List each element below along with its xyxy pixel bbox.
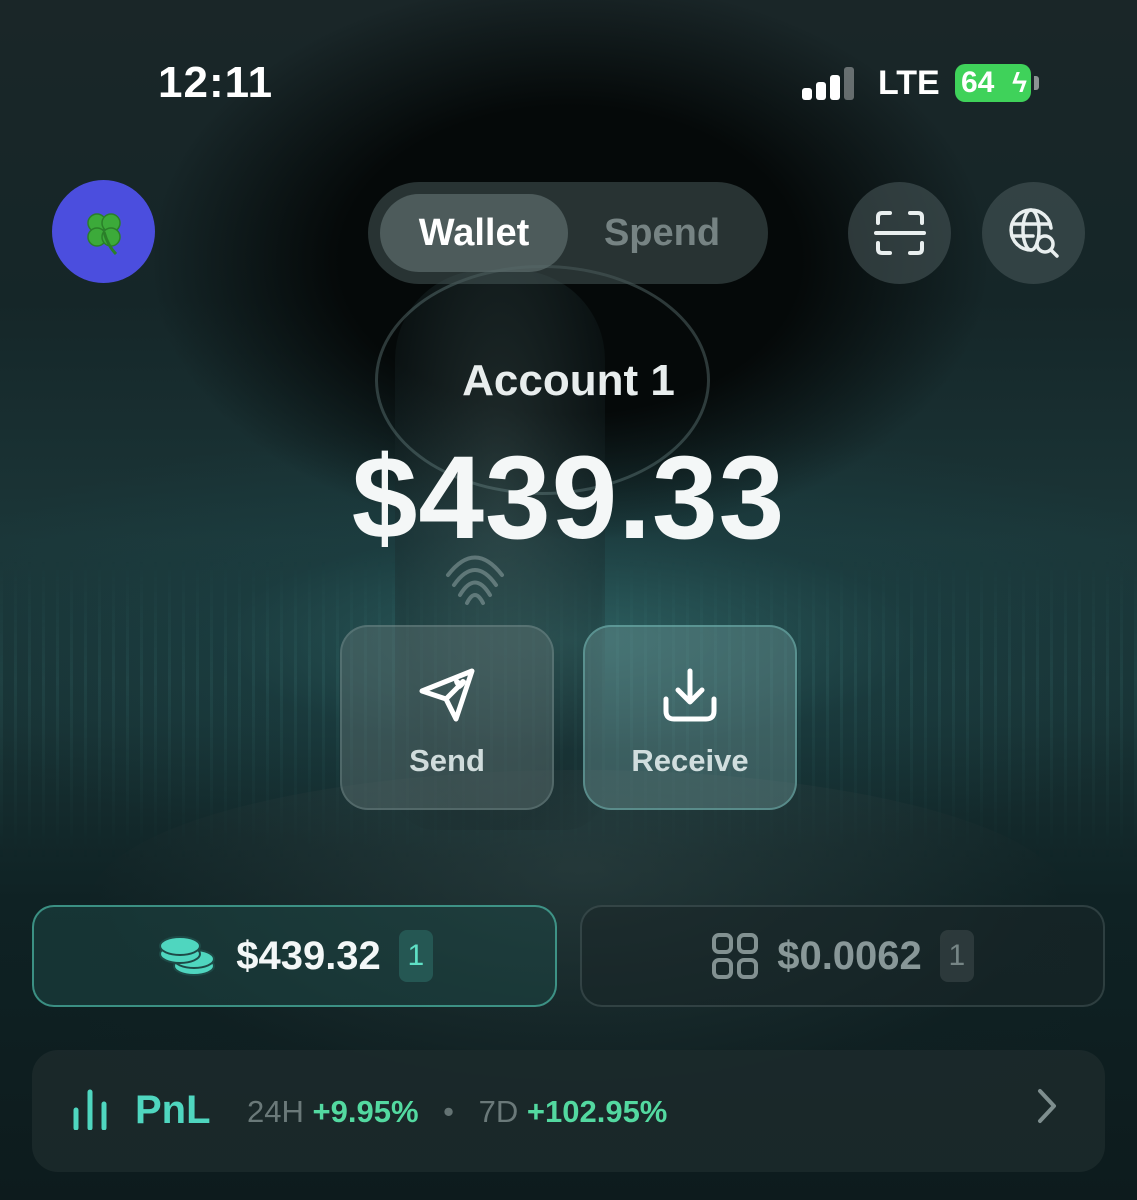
separator-dot: • xyxy=(443,1094,454,1129)
scan-icon xyxy=(873,211,926,255)
charging-bolt-icon: ϟ xyxy=(1012,67,1027,98)
pnl-card[interactable]: PnL 24H +9.95% • 7D +102.95% xyxy=(32,1050,1105,1172)
tab-wallet[interactable]: Wallet xyxy=(380,194,568,272)
pnl-24h-value: +9.95% xyxy=(312,1094,419,1129)
tab-tokens[interactable]: $439.32 1 xyxy=(32,905,557,1007)
battery-nub xyxy=(1034,76,1039,90)
signal-strength-icon xyxy=(802,66,858,100)
nfts-count: 1 xyxy=(939,930,974,982)
tab-nfts[interactable]: $0.0062 1 xyxy=(580,905,1105,1007)
battery-level: 64 xyxy=(961,66,995,99)
avatar-button[interactable] xyxy=(52,180,155,283)
account-name[interactable]: Account 1 xyxy=(0,356,1137,406)
receive-label: Receive xyxy=(631,743,749,778)
pnl-7d-label: 7D xyxy=(478,1094,519,1129)
globe-search-icon xyxy=(1008,208,1059,258)
wallet-spend-switch: Wallet Spend xyxy=(368,182,768,284)
pnl-stats: 24H +9.95% • 7D +102.95% xyxy=(247,1094,667,1130)
tab-spend[interactable]: Spend xyxy=(568,194,756,272)
pnl-7d-value: +102.95% xyxy=(526,1094,668,1129)
status-time: 12:11 xyxy=(158,58,274,107)
nfts-value: $0.0062 xyxy=(777,933,922,978)
coins-icon xyxy=(159,936,216,976)
total-balance: $439.33 xyxy=(351,432,786,564)
receive-button[interactable]: Receive xyxy=(583,625,797,810)
grid-icon xyxy=(712,933,759,979)
send-label: Send xyxy=(409,743,485,778)
browser-search-button[interactable] xyxy=(982,182,1085,284)
battery-indicator: 64 ϟ xyxy=(955,64,1039,102)
scan-button[interactable] xyxy=(848,182,951,284)
send-button[interactable]: Send xyxy=(340,625,554,810)
bar-chart-icon xyxy=(73,1089,107,1130)
chevron-right-icon xyxy=(1038,1089,1056,1123)
pnl-title: PnL xyxy=(135,1088,211,1132)
download-icon xyxy=(663,668,717,722)
network-type: LTE xyxy=(878,64,940,102)
tokens-value: $439.32 xyxy=(236,933,381,978)
tokens-count: 1 xyxy=(398,930,433,982)
send-icon xyxy=(419,668,475,722)
clover-icon xyxy=(86,212,121,255)
pnl-24h-label: 24H xyxy=(247,1094,304,1129)
